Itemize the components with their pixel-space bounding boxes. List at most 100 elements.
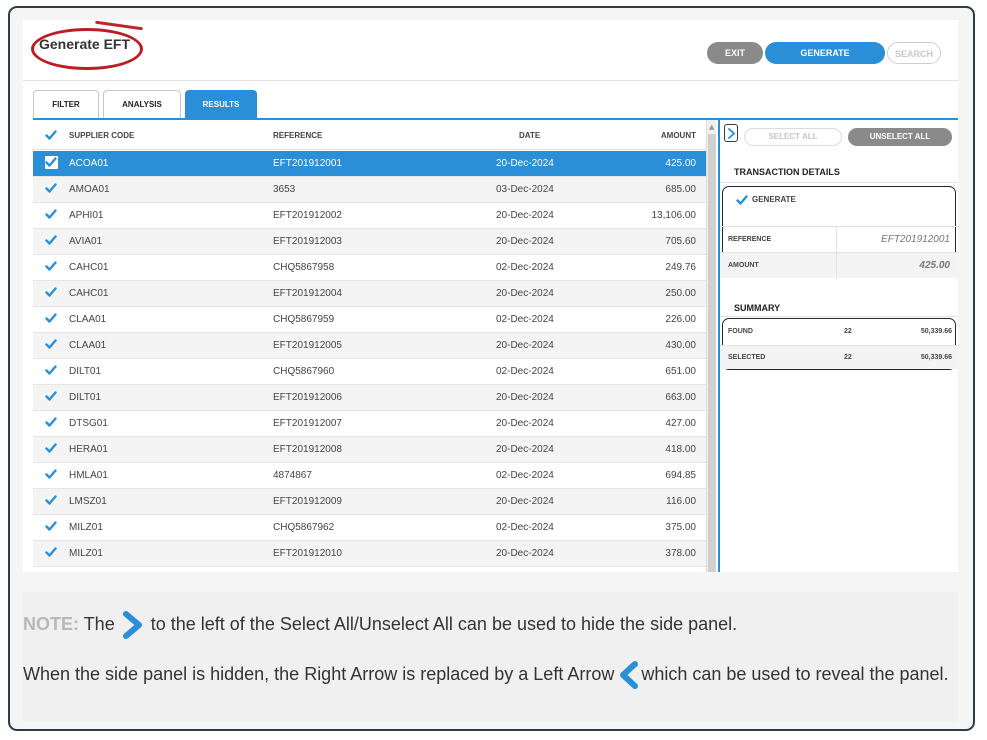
cell-date: 20-Dec-2024 bbox=[496, 548, 554, 559]
cell-supplier-code: DTSG01 bbox=[69, 418, 108, 429]
table-row[interactable]: CLAA01 EFT201912005 20-Dec-2024 430.00 bbox=[33, 333, 706, 359]
row-checkbox[interactable] bbox=[45, 234, 58, 247]
column-header-supplier-code[interactable]: SUPPLIER CODE bbox=[69, 131, 134, 140]
cell-date: 02-Dec-2024 bbox=[496, 470, 554, 481]
row-checkbox[interactable] bbox=[45, 286, 58, 299]
row-checkbox[interactable] bbox=[45, 156, 58, 169]
exit-button[interactable]: EXIT bbox=[707, 42, 763, 64]
table-row[interactable]: APHI01 EFT201912002 20-Dec-2024 13,106.00 bbox=[33, 203, 706, 229]
cell-amount: 249.76 bbox=[665, 262, 696, 273]
table-row[interactable]: HMLA01 4874867 02-Dec-2024 694.85 bbox=[33, 463, 706, 489]
amount-label: AMOUNT bbox=[728, 262, 759, 269]
side-panel: SELECT ALL UNSELECT ALL TRANSACTION DETA… bbox=[718, 120, 958, 572]
table-row[interactable]: DILT01 CHQ5867960 02-Dec-2024 651.00 bbox=[33, 359, 706, 385]
cell-reference: 3653 bbox=[273, 184, 296, 195]
table-row[interactable]: CAHC01 EFT201912004 20-Dec-2024 250.00 bbox=[33, 281, 706, 307]
table-row[interactable]: HERA01 EFT201912008 20-Dec-2024 418.00 bbox=[33, 437, 706, 463]
section-divider bbox=[720, 182, 958, 183]
tab-analysis[interactable]: ANALYSIS bbox=[103, 90, 181, 119]
cell-reference: CHQ5867958 bbox=[273, 262, 335, 273]
cell-amount: 694.85 bbox=[665, 470, 696, 481]
table-row[interactable]: MILZ01 EFT201912010 20-Dec-2024 378.00 bbox=[33, 541, 706, 567]
row-checkbox[interactable] bbox=[45, 208, 58, 221]
cell-amount: 685.00 bbox=[665, 184, 696, 195]
cell-reference: EFT201912003 bbox=[273, 236, 342, 247]
cell-date: 02-Dec-2024 bbox=[496, 314, 554, 325]
row-checkbox[interactable] bbox=[45, 260, 58, 273]
cell-reference: CHQ5867962 bbox=[273, 522, 335, 533]
transaction-details-title: TRANSACTION DETAILS bbox=[734, 167, 840, 177]
row-checkbox[interactable] bbox=[45, 390, 58, 403]
tab-results[interactable]: RESULTS bbox=[185, 90, 257, 119]
select-all-checkbox[interactable] bbox=[45, 129, 57, 143]
table-row[interactable]: MILZ01 CHQ5867962 02-Dec-2024 375.00 bbox=[33, 515, 706, 541]
cell-date: 20-Dec-2024 bbox=[496, 158, 554, 169]
row-checkbox[interactable] bbox=[45, 312, 58, 325]
table-row[interactable]: CLAA01 CHQ5867959 02-Dec-2024 226.00 bbox=[33, 307, 706, 333]
scroll-thumb[interactable] bbox=[708, 134, 716, 572]
cell-reference: EFT201912001 bbox=[273, 158, 342, 169]
note-text-d: which can be used to reveal the panel. bbox=[641, 663, 949, 684]
cell-date: 20-Dec-2024 bbox=[496, 444, 554, 455]
row-checkbox[interactable] bbox=[45, 182, 58, 195]
cell-supplier-code: HMLA01 bbox=[69, 470, 108, 481]
cell-date: 20-Dec-2024 bbox=[496, 496, 554, 507]
hide-panel-button[interactable] bbox=[724, 124, 738, 142]
cell-supplier-code: HERA01 bbox=[69, 444, 108, 455]
checkmark-icon bbox=[45, 391, 57, 401]
cell-reference: EFT201912009 bbox=[273, 496, 342, 507]
checkmark-icon bbox=[45, 365, 57, 375]
generate-button[interactable]: GENERATE bbox=[765, 42, 885, 64]
search-button[interactable]: SEARCH bbox=[887, 42, 941, 64]
found-total: 50,339.66 bbox=[920, 328, 952, 335]
cell-supplier-code: CAHC01 bbox=[69, 288, 109, 299]
summary-selected-row: SELECTED 22 50,339.66 bbox=[720, 345, 958, 369]
cell-date: 20-Dec-2024 bbox=[496, 418, 554, 429]
cell-supplier-code: ACOA01 bbox=[69, 158, 109, 169]
cell-amount: 226.00 bbox=[665, 314, 696, 325]
row-checkbox[interactable] bbox=[45, 494, 58, 507]
cell-supplier-code: MILZ01 bbox=[69, 522, 103, 533]
table-scrollbar[interactable]: ▲ bbox=[706, 120, 716, 572]
column-header-date[interactable]: DATE bbox=[519, 131, 540, 140]
amount-value: 425.00 bbox=[919, 260, 950, 271]
table-row[interactable]: DTSG01 EFT201912007 20-Dec-2024 427.00 bbox=[33, 411, 706, 437]
table-row[interactable]: DILT01 EFT201912006 20-Dec-2024 663.00 bbox=[33, 385, 706, 411]
cell-reference: EFT201912010 bbox=[273, 548, 342, 559]
column-header-amount[interactable]: AMOUNT bbox=[661, 131, 696, 140]
tab-filter[interactable]: FILTER bbox=[33, 90, 99, 119]
cell-amount: 427.00 bbox=[665, 418, 696, 429]
unselect-all-button[interactable]: UNSELECT ALL bbox=[848, 128, 952, 146]
cell-reference: EFT201912002 bbox=[273, 210, 342, 221]
row-checkbox[interactable] bbox=[45, 364, 58, 377]
table-row[interactable]: AVIA01 EFT201912003 20-Dec-2024 705.60 bbox=[33, 229, 706, 255]
checkmark-icon bbox=[45, 469, 57, 479]
generate-checkbox[interactable]: GENERATE bbox=[736, 194, 796, 206]
cell-supplier-code: MILZ01 bbox=[69, 548, 103, 559]
table-row[interactable]: AMOA01 3653 03-Dec-2024 685.00 bbox=[33, 177, 706, 203]
amount-row: AMOUNT 425.00 bbox=[720, 252, 958, 279]
table-row[interactable]: LMSZ01 EFT201912009 20-Dec-2024 116.00 bbox=[33, 489, 706, 515]
cell-amount: 375.00 bbox=[665, 522, 696, 533]
cell-supplier-code: DILT01 bbox=[69, 366, 102, 377]
column-header-reference[interactable]: REFERENCE bbox=[273, 131, 322, 140]
row-checkbox[interactable] bbox=[45, 546, 58, 559]
checkmark-icon bbox=[45, 339, 57, 349]
table-row[interactable]: CAHC01 CHQ5867958 02-Dec-2024 249.76 bbox=[33, 255, 706, 281]
row-checkbox[interactable] bbox=[45, 416, 58, 429]
checkmark-icon bbox=[45, 157, 57, 167]
cell-supplier-code: AMOA01 bbox=[69, 184, 110, 195]
chevron-right-icon bbox=[728, 128, 735, 139]
checkmark-icon bbox=[45, 443, 57, 453]
row-checkbox[interactable] bbox=[45, 442, 58, 455]
table-row[interactable]: ACOA01 EFT201912001 20-Dec-2024 425.00 bbox=[33, 151, 706, 177]
note-text-b: to the left of the Select All/Unselect A… bbox=[150, 613, 738, 634]
row-checkbox[interactable] bbox=[45, 468, 58, 481]
row-checkbox[interactable] bbox=[45, 338, 58, 351]
note-line-1: NOTE: The to the left of the Select All/… bbox=[23, 610, 737, 640]
row-checkbox[interactable] bbox=[45, 520, 58, 533]
selected-count: 22 bbox=[844, 354, 852, 361]
scroll-up-arrow-icon[interactable]: ▲ bbox=[709, 123, 714, 131]
select-all-button[interactable]: SELECT ALL bbox=[744, 128, 842, 146]
cell-reference: EFT201912006 bbox=[273, 392, 342, 403]
